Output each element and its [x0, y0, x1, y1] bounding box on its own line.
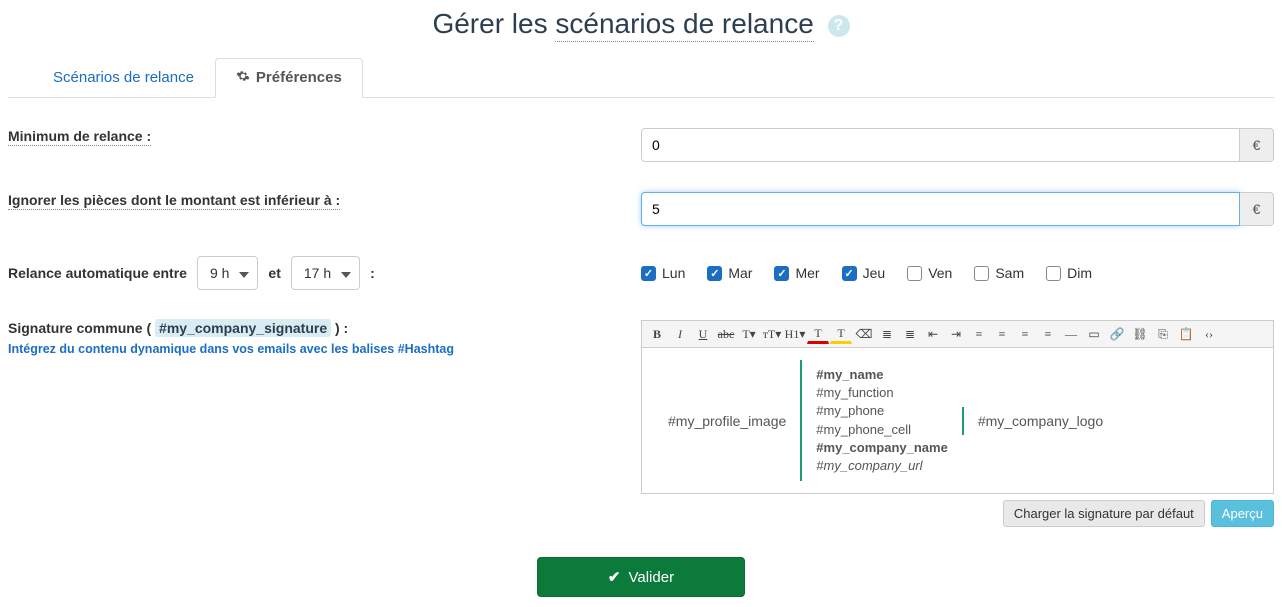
day-check-mar[interactable]: ✓ Mar [707, 265, 752, 281]
day-label: Jeu [863, 265, 886, 281]
align-right-icon[interactable]: ≡ [1014, 323, 1036, 345]
submit-button[interactable]: ✔ Valider [537, 557, 745, 597]
load-default-signature-button[interactable]: Charger la signature par défaut [1003, 500, 1205, 527]
paste-icon[interactable]: 📋 [1175, 323, 1197, 345]
day-label: Ven [928, 265, 952, 281]
day-check-dim[interactable]: Dim [1046, 265, 1092, 281]
min-relance-input[interactable] [641, 128, 1240, 162]
font-size2-icon[interactable]: ᴛT▾ [761, 323, 783, 345]
hour-from-select[interactable]: 9 h [197, 256, 258, 290]
signature-suffix: ) : [331, 320, 348, 336]
ignore-below-input[interactable] [641, 192, 1240, 226]
font-size-icon[interactable]: T▾ [738, 323, 760, 345]
tab-preferences[interactable]: Préférences [215, 58, 363, 98]
checkbox-icon: ✓ [641, 266, 656, 281]
page-title-dotted: scénarios de relance [555, 8, 813, 42]
signature-line: #my_phone [816, 402, 948, 420]
signature-line: #my_company_url [816, 457, 948, 475]
label-auto-relance: Relance automatique entre [8, 265, 187, 281]
hr-icon[interactable]: — [1060, 323, 1082, 345]
underline-icon[interactable]: U [692, 323, 714, 345]
bold-icon[interactable]: B [646, 323, 668, 345]
day-check-mer[interactable]: ✓ Mer [774, 265, 819, 281]
list-ol-icon[interactable]: ≣ [899, 323, 921, 345]
hour-to-select[interactable]: 17 h [291, 256, 360, 290]
checkbox-icon: ✓ [842, 266, 857, 281]
day-label: Lun [662, 265, 685, 281]
signature-prefix: Signature commune ( [8, 320, 155, 336]
signature-line: #my_phone_cell [816, 421, 948, 439]
indent-icon[interactable]: ⇥ [945, 323, 967, 345]
day-check-lun[interactable]: ✓ Lun [641, 265, 685, 281]
heading-icon[interactable]: H1▾ [784, 323, 806, 345]
signature-profile-image-cell: #my_profile_image [654, 407, 800, 435]
checkbox-icon: ✓ [707, 266, 722, 281]
page-title: Gérer les scénarios de relance ? [8, 8, 1274, 40]
italic-icon[interactable]: I [669, 323, 691, 345]
source-icon[interactable]: ‹› [1198, 323, 1220, 345]
copy-icon[interactable]: ⎘ [1152, 323, 1174, 345]
checkbox-icon [974, 266, 989, 281]
page-title-plain: Gérer les [432, 8, 555, 39]
day-check-ven[interactable]: Ven [907, 265, 952, 281]
day-label: Sam [995, 265, 1024, 281]
chevron-down-icon [341, 265, 351, 281]
currency-addon: € [1240, 128, 1274, 162]
label-ignore-below: Ignorer les pièces dont le montant est i… [8, 192, 340, 210]
signature-line: #my_name [816, 366, 948, 384]
align-justify-icon[interactable]: ≡ [1037, 323, 1059, 345]
submit-label: Valider [628, 569, 674, 586]
checkbox-icon: ✓ [774, 266, 789, 281]
label-colon: : [370, 265, 375, 281]
signature-line: #my_function [816, 384, 948, 402]
rich-text-editor: BIUabcT▾ᴛT▾H1▾TT⌫≣≣⇤⇥≡≡≡≡—▭🔗⛓⎘📋‹› #my_pr… [641, 320, 1274, 494]
unlink-icon[interactable]: ⛓ [1129, 323, 1151, 345]
label-min-relance: Minimum de relance : [8, 128, 151, 146]
tabs: Scénarios de relance Préférences [8, 58, 1274, 98]
signature-line: #my_company_name [816, 439, 948, 457]
label-signature: Signature commune ( #my_company_signatur… [8, 319, 348, 337]
days-checks: ✓ Lun ✓ Mar ✓ Mer ✓ Jeu Ven Sam Dim [641, 265, 1092, 281]
day-label: Mer [795, 265, 819, 281]
check-icon: ✔ [608, 568, 621, 586]
image-icon[interactable]: ▭ [1083, 323, 1105, 345]
day-check-jeu[interactable]: ✓ Jeu [842, 265, 886, 281]
list-ul-icon[interactable]: ≣ [876, 323, 898, 345]
outdent-icon[interactable]: ⇤ [922, 323, 944, 345]
align-center-icon[interactable]: ≡ [991, 323, 1013, 345]
signature-logo-cell: #my_company_logo [962, 407, 1117, 435]
editor-body[interactable]: #my_profile_image #my_name#my_function#m… [642, 348, 1273, 493]
chevron-down-icon [239, 265, 249, 281]
help-icon[interactable]: ? [828, 15, 850, 37]
label-and: et [268, 265, 280, 281]
link-icon[interactable]: 🔗 [1106, 323, 1128, 345]
strike-icon[interactable]: abc [715, 323, 737, 345]
gear-icon [236, 69, 250, 87]
tab-scenarios[interactable]: Scénarios de relance [32, 58, 215, 98]
hour-to-value: 17 h [304, 265, 331, 281]
day-label: Mar [728, 265, 752, 281]
day-label: Dim [1067, 265, 1092, 281]
preview-button[interactable]: Aperçu [1211, 500, 1274, 527]
day-check-sam[interactable]: Sam [974, 265, 1024, 281]
signature-info-cell: #my_name#my_function#my_phone#my_phone_c… [800, 360, 962, 481]
hashtag-help-link[interactable]: Intégrez du contenu dynamique dans vos e… [8, 342, 621, 356]
currency-addon-2: € [1240, 192, 1274, 226]
checkbox-icon [907, 266, 922, 281]
checkbox-icon [1046, 266, 1061, 281]
hour-from-value: 9 h [210, 265, 229, 281]
tab-preferences-label: Préférences [256, 69, 342, 86]
highlight-icon[interactable]: T [830, 324, 852, 344]
clear-format-icon[interactable]: ⌫ [853, 323, 875, 345]
editor-toolbar: BIUabcT▾ᴛT▾H1▾TT⌫≣≣⇤⇥≡≡≡≡—▭🔗⛓⎘📋‹› [642, 321, 1273, 348]
align-left-icon[interactable]: ≡ [968, 323, 990, 345]
font-color-icon[interactable]: T [807, 324, 829, 344]
signature-hashtag: #my_company_signature [155, 319, 331, 337]
